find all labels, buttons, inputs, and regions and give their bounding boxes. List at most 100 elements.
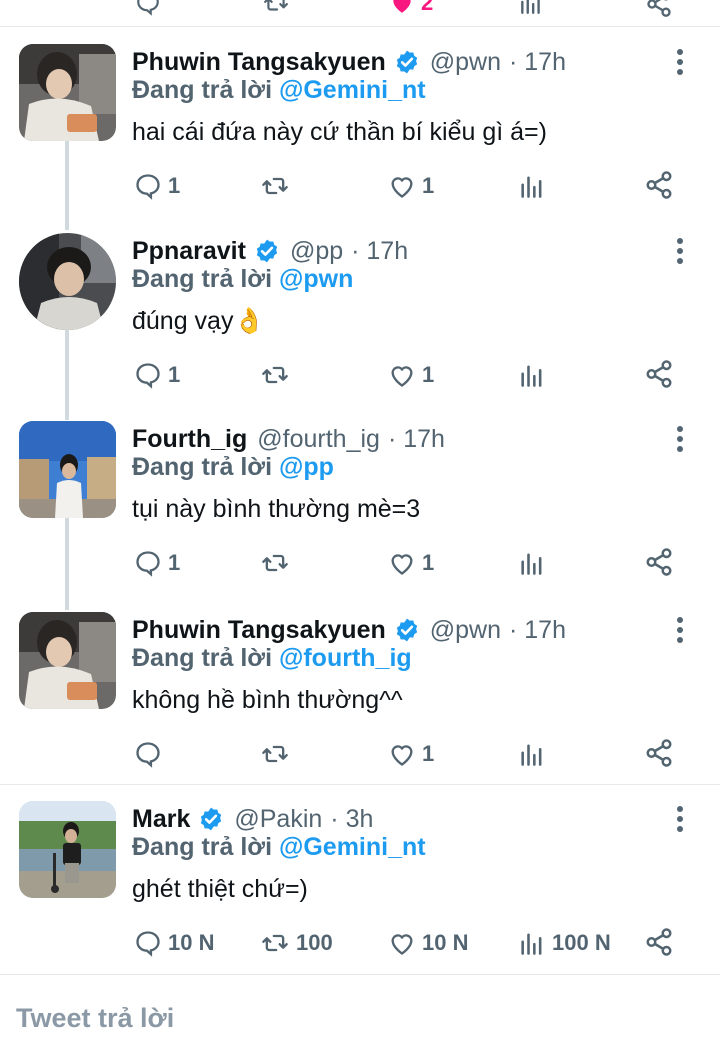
reply-composer-input[interactable]: Tweet trả lời (16, 1003, 174, 1034)
tweet[interactable]: Phuwin Tangsakyuen @pwn · 17h Đang trả l… (0, 44, 720, 214)
avatar[interactable] (19, 233, 116, 330)
heart-icon (391, 554, 413, 575)
view-count: 100 N (552, 930, 611, 955)
share-icon[interactable] (645, 0, 673, 18)
tweet-text: ghét thiệt chứ=) (132, 875, 308, 903)
tweet-actions: 1 1 (132, 357, 692, 393)
tweet[interactable]: Ppnaravit @pp · 17h Đang trả lời @pwn đú… (0, 233, 720, 403)
avatar[interactable] (19, 612, 116, 709)
replying-label: Đang trả lời (132, 644, 273, 672)
display-name[interactable]: Fourth_ig (132, 425, 247, 454)
share-button[interactable] (644, 547, 674, 577)
tweet[interactable]: Fourth_ig @fourth_ig · 17h Đang trả lời … (0, 421, 720, 591)
handle[interactable]: @fourth_ig (257, 425, 380, 454)
share-button[interactable] (644, 738, 674, 768)
tweet-actions: 10 N 100 10 N 100 N (132, 925, 692, 961)
more-options-icon[interactable] (672, 237, 688, 265)
reply-count: 1 (168, 173, 181, 198)
replying-to-link[interactable]: @pp (279, 453, 334, 481)
tweet[interactable]: Phuwin Tangsakyuen @pwn · 17h Đang trả l… (0, 612, 720, 782)
verified-badge-icon (201, 807, 222, 831)
verified-badge-icon (256, 239, 278, 263)
more-options-icon[interactable] (672, 616, 688, 644)
replying-to: Đang trả lời @Gemini_nt (132, 833, 426, 862)
reply-icon[interactable] (135, 0, 161, 16)
display-name[interactable]: Mark (132, 805, 190, 834)
tweet-actions: 1 (132, 736, 692, 772)
tweet-text: đúng vạy👌 (132, 307, 265, 335)
tweet-actions: 1 1 (132, 545, 692, 581)
share-icon (646, 360, 672, 388)
timestamp[interactable]: · 17h (388, 425, 445, 454)
replying-to-link[interactable]: @fourth_ig (279, 644, 412, 672)
views-button[interactable]: 100 N (518, 929, 611, 957)
display-name[interactable]: Phuwin Tangsakyuen (132, 48, 386, 77)
timestamp[interactable]: · 17h (509, 48, 566, 77)
reply-button[interactable]: 10 N (134, 929, 214, 957)
reply-button[interactable]: 1 (134, 172, 180, 200)
replying-to-link[interactable]: @pwn (279, 265, 353, 293)
more-options-icon[interactable] (672, 805, 688, 833)
reply-count: 1 (168, 550, 181, 575)
timestamp[interactable]: · 3h (330, 805, 373, 834)
replying-to: Đang trả lời @pwn (132, 265, 353, 294)
reply-button[interactable] (134, 740, 168, 768)
retweet-icon[interactable] (262, 0, 290, 16)
display-name[interactable]: Ppnaravit (132, 237, 246, 266)
retweet-button[interactable] (260, 740, 296, 768)
heart-icon (391, 934, 413, 955)
more-options-icon[interactable] (672, 48, 688, 76)
retweet-button[interactable] (260, 549, 296, 577)
replying-to-link[interactable]: @Gemini_nt (279, 833, 426, 861)
views-button[interactable] (518, 740, 552, 768)
handle[interactable]: @pp (290, 237, 343, 266)
like-button[interactable]: 1 (388, 172, 434, 200)
avatar[interactable] (19, 421, 116, 518)
handle[interactable]: @pwn (430, 616, 501, 645)
display-name[interactable]: Phuwin Tangsakyuen (132, 616, 386, 645)
timestamp[interactable]: · 17h (509, 616, 566, 645)
replying-to: Đang trả lời @fourth_ig (132, 644, 412, 673)
reply-icon (136, 363, 160, 389)
retweet-button[interactable] (260, 361, 296, 389)
like-button[interactable]: 1 (388, 549, 434, 577)
verified-badge-icon (396, 618, 417, 642)
tweet[interactable]: Mark @Pakin · 3h Đang trả lời @Gemini_nt… (0, 801, 720, 971)
share-button[interactable] (644, 359, 674, 389)
share-button[interactable] (644, 927, 674, 957)
views-button[interactable] (518, 361, 552, 389)
avatar[interactable] (19, 44, 116, 141)
retweet-icon (262, 177, 288, 195)
views-icon (521, 744, 542, 766)
replying-to-link[interactable]: @Gemini_nt (279, 76, 426, 104)
retweet-button[interactable] (260, 172, 296, 200)
like-button[interactable]: 10 N (388, 929, 468, 957)
views-button[interactable] (518, 172, 552, 200)
share-button[interactable] (644, 170, 674, 200)
reply-icon (136, 551, 160, 577)
share-icon (646, 739, 672, 767)
tweet-header: Fourth_ig @fourth_ig · 17h (132, 421, 445, 457)
retweet-button[interactable]: 100 (260, 929, 333, 957)
handle[interactable]: @pwn (430, 48, 501, 77)
reply-button[interactable]: 1 (134, 361, 180, 389)
previous-tweet-actions: 2 (0, 0, 720, 27)
like-count: 1 (422, 362, 435, 387)
more-options-icon[interactable] (672, 425, 688, 453)
views-button[interactable] (518, 549, 552, 577)
like-button[interactable]: 1 (388, 361, 434, 389)
timestamp[interactable]: · 17h (351, 237, 408, 266)
retweet-count: 100 (296, 930, 333, 955)
replying-to: Đang trả lời @Gemini_nt (132, 76, 426, 105)
handle[interactable]: @Pakin (234, 805, 322, 834)
share-icon (646, 548, 672, 576)
views-icon (521, 553, 542, 575)
reply-button[interactable]: 1 (134, 549, 180, 577)
reply-icon (136, 174, 160, 200)
avatar[interactable] (19, 801, 116, 898)
views-icon[interactable] (518, 0, 544, 16)
like-button[interactable]: 1 (388, 740, 434, 768)
replying-to: Đang trả lời @pp (132, 453, 334, 482)
like-button-active[interactable]: 2 (389, 0, 433, 16)
share-icon (646, 171, 672, 199)
